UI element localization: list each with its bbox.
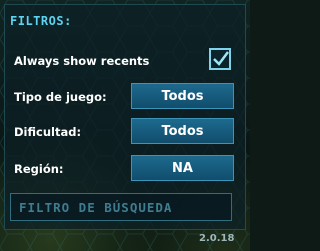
panel-title: FILTROS:: [10, 14, 72, 28]
always-show-recents-checkbox[interactable]: [209, 48, 231, 70]
search-placeholder: FILTRO DE BÚSQUEDA: [19, 200, 173, 215]
always-show-recents-label: Always show recents: [14, 54, 150, 68]
difficulty-label: Dificultad:: [14, 125, 82, 139]
version-label: 2.0.18: [199, 233, 235, 244]
difficulty-selector[interactable]: Todos: [131, 118, 234, 144]
game-type-label: Tipo de juego:: [14, 90, 107, 104]
region-label: Región:: [14, 162, 64, 176]
checkmark-icon: [213, 51, 229, 66]
region-selector[interactable]: NA: [131, 155, 234, 181]
search-filter-input[interactable]: FILTRO DE BÚSQUEDA: [10, 193, 232, 221]
game-type-selector[interactable]: Todos: [131, 83, 234, 109]
